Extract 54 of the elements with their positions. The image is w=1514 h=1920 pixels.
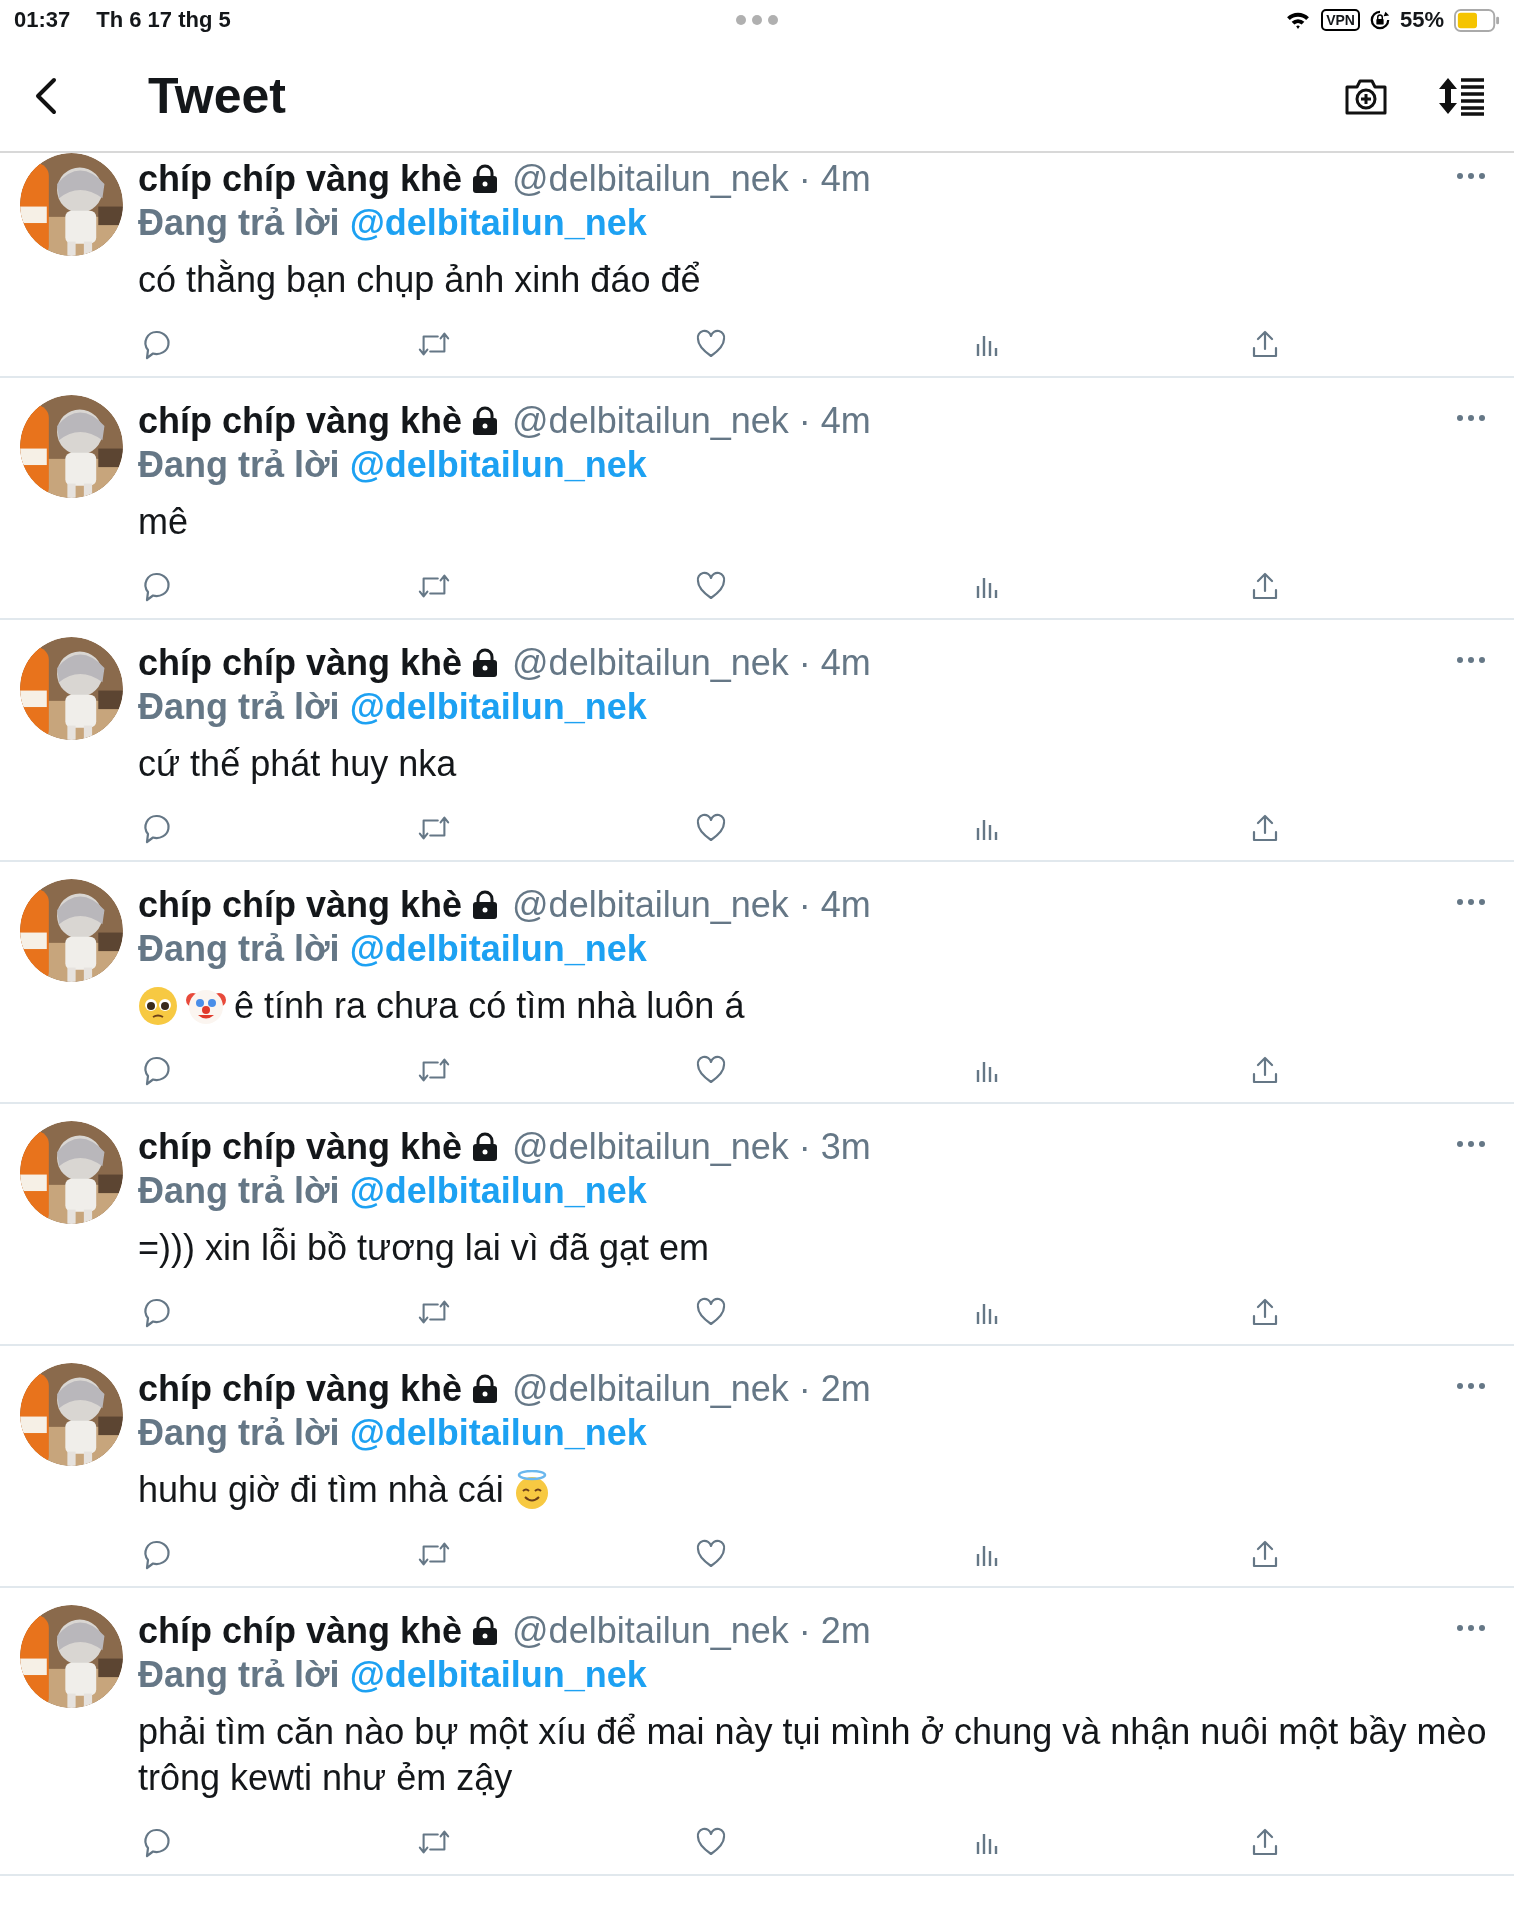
sort-icon[interactable]	[1438, 75, 1486, 116]
like-icon[interactable]	[694, 328, 728, 360]
like-icon[interactable]	[694, 1538, 728, 1570]
handle-and-time: @delbitailun_nek · 3m	[512, 1126, 871, 1168]
like-icon[interactable]	[694, 1054, 728, 1086]
more-icon[interactable]	[1456, 1382, 1486, 1390]
replying-to-label: Đang trả lời	[138, 928, 340, 970]
handle-and-time: @delbitailun_nek · 4m	[512, 642, 871, 684]
handle-and-time: @delbitailun_nek · 4m	[512, 400, 871, 442]
more-icon[interactable]	[1456, 656, 1486, 664]
tweet-text: mê	[138, 500, 188, 544]
wifi-icon	[1285, 10, 1312, 30]
back-icon[interactable]	[34, 75, 58, 116]
tweet-text: phải tìm căn nào bự một xíu để mai này tụi mình ở chung và nhận nuôi một bầy mèo trông kewti như ẻm zậy	[138, 1710, 1488, 1800]
display-name[interactable]: chíp chíp vàng khè	[138, 642, 463, 684]
status-time: 01:37	[14, 7, 71, 33]
like-icon[interactable]	[694, 1826, 728, 1858]
replying-to-label: Đang trả lời	[138, 1412, 340, 1454]
pleading-face-emoji-icon	[138, 986, 178, 1026]
handle-and-time: @delbitailun_nek · 2m	[512, 1368, 871, 1410]
like-icon[interactable]	[694, 1296, 728, 1328]
more-icon[interactable]	[1456, 898, 1486, 906]
more-icon[interactable]	[1456, 1140, 1486, 1148]
handle-and-time: @delbitailun_nek · 4m	[512, 884, 871, 926]
like-icon[interactable]	[694, 570, 728, 602]
handle-and-time: @delbitailun_nek · 2m	[512, 1610, 871, 1652]
rotation-lock-icon	[1369, 10, 1390, 30]
like-icon[interactable]	[694, 812, 728, 844]
more-icon[interactable]	[1456, 172, 1486, 180]
replying-to-label: Đang trả lời	[138, 1654, 340, 1696]
more-icon[interactable]	[1456, 1624, 1486, 1632]
tweet-text: ê tính ra chưa có tìm nhà luôn á	[234, 984, 745, 1028]
tweet-text: cứ thế phát huy nka	[138, 742, 457, 786]
page-title: Tweet	[148, 66, 287, 125]
multitask-dots-icon[interactable]	[735, 14, 779, 26]
display-name[interactable]: chíp chíp vàng khè	[138, 1610, 463, 1652]
battery-percent: 55%	[1399, 7, 1444, 33]
display-name[interactable]: chíp chíp vàng khè	[138, 1126, 463, 1168]
display-name[interactable]: chíp chíp vàng khè	[138, 1368, 463, 1410]
tweet-text: có thằng bạn chụp ảnh xinh đáo để	[138, 258, 701, 302]
display-name[interactable]: chíp chíp vàng khè	[138, 158, 463, 200]
display-name[interactable]: chíp chíp vàng khè	[138, 884, 463, 926]
replying-to-label: Đang trả lời	[138, 686, 340, 728]
replying-to-label: Đang trả lời	[138, 1170, 340, 1212]
replying-to-label: Đang trả lời	[138, 202, 340, 244]
more-icon[interactable]	[1456, 414, 1486, 422]
replying-to-label: Đang trả lời	[138, 444, 340, 486]
status-date: Th 6 17 thg 5	[96, 7, 231, 33]
tweet-text: =))) xin lỗi bồ tương lai vì đã gạt em	[138, 1226, 709, 1270]
vpn-badge: VPN	[1321, 9, 1360, 31]
tweet-text: huhu giờ đi tìm nhà cái	[138, 1468, 504, 1512]
handle-and-time: @delbitailun_nek · 4m	[512, 158, 871, 200]
display-name[interactable]: chíp chíp vàng khè	[138, 400, 463, 442]
battery-icon	[1454, 8, 1500, 32]
